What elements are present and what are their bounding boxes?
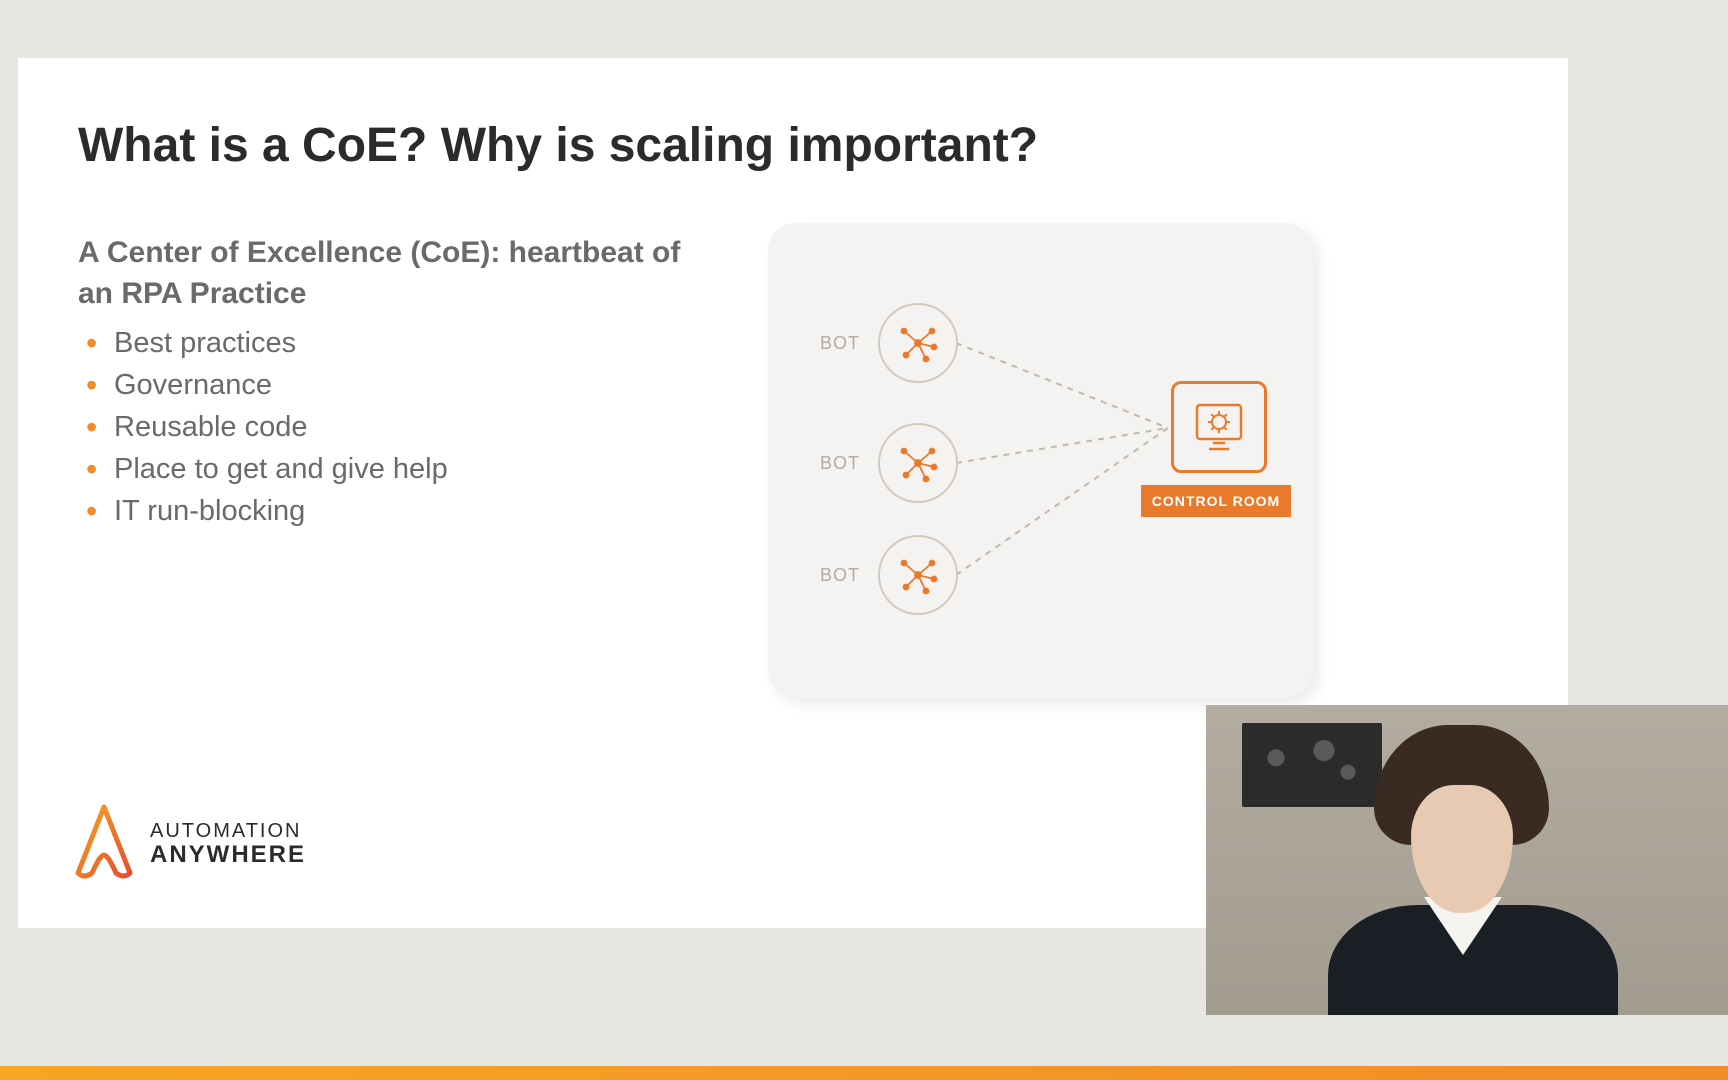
- presenter-video-inset: [1206, 705, 1728, 1015]
- bot-label: BOT: [820, 565, 860, 586]
- diagram-panel: BOT: [768, 223, 1313, 698]
- network-icon: [878, 303, 958, 383]
- control-room-label: CONTROL ROOM: [1152, 493, 1280, 509]
- diagram-column: BOT: [758, 233, 1328, 532]
- bot-node: BOT: [820, 535, 958, 615]
- bullet-item: Best practices: [78, 322, 698, 364]
- brand-line1: AUTOMATION: [150, 821, 306, 842]
- brand-logo: AUTOMATION ANYWHERE: [70, 803, 306, 886]
- slide-title: What is a CoE? Why is scaling important?: [78, 118, 1508, 173]
- background-map: [1242, 723, 1382, 807]
- bullet-list: Best practices Governance Reusable code …: [78, 322, 698, 532]
- control-room-icon: [1171, 381, 1267, 473]
- slide-subtitle: A Center of Excellence (CoE): heartbeat …: [78, 233, 698, 314]
- control-room-label-box: CONTROL ROOM: [1141, 485, 1291, 517]
- bot-node: BOT: [820, 303, 958, 383]
- bullet-item: Reusable code: [78, 406, 698, 448]
- accent-footer-bar: [0, 1066, 1728, 1080]
- brand-line2: ANYWHERE: [150, 842, 306, 867]
- brand-mark-icon: [70, 803, 138, 886]
- bullet-item: Place to get and give help: [78, 448, 698, 490]
- bot-label: BOT: [820, 333, 860, 354]
- bullet-item: Governance: [78, 364, 698, 406]
- bullet-item: IT run-blocking: [78, 490, 698, 532]
- bot-node: BOT: [820, 423, 958, 503]
- network-icon: [878, 535, 958, 615]
- content-row: A Center of Excellence (CoE): heartbeat …: [78, 233, 1508, 532]
- brand-text: AUTOMATION ANYWHERE: [150, 821, 306, 867]
- bot-label: BOT: [820, 453, 860, 474]
- text-column: A Center of Excellence (CoE): heartbeat …: [78, 233, 698, 532]
- network-icon: [878, 423, 958, 503]
